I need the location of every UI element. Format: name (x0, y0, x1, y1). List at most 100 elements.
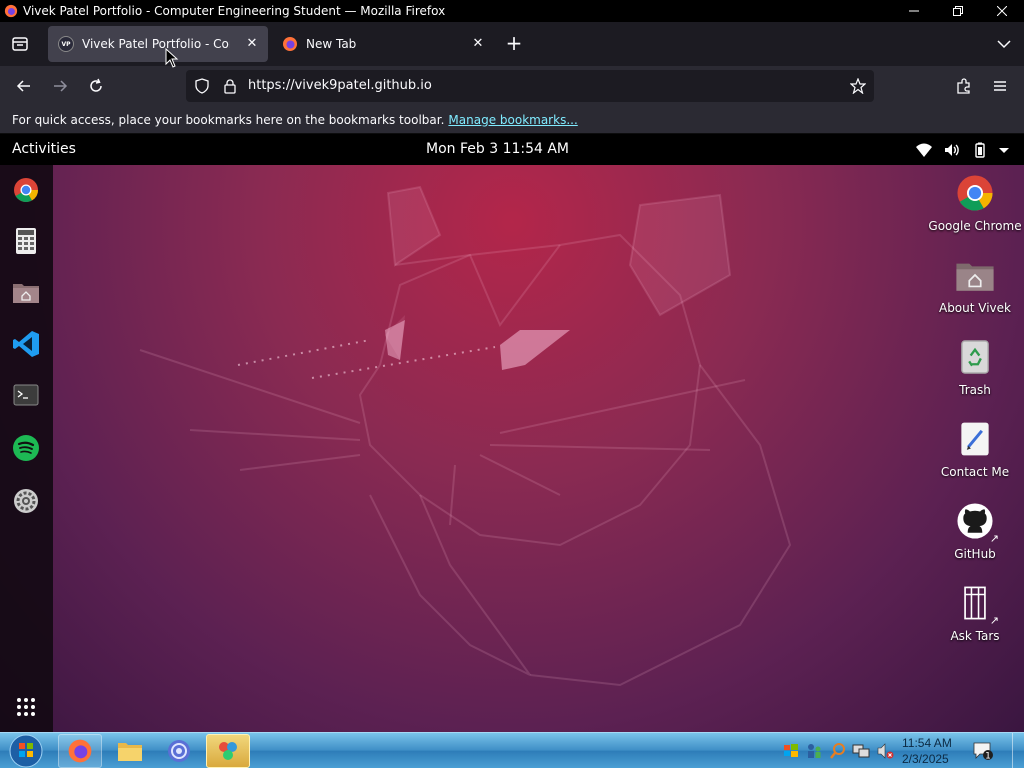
manage-bookmarks-link[interactable]: Manage bookmarks... (448, 113, 577, 127)
restore-button[interactable] (936, 0, 980, 22)
desktop-icon-label: Ask Tars (950, 629, 1000, 643)
desktop-icon-label: Trash (959, 383, 991, 397)
shortcut-arrow-icon: ↗ (989, 532, 999, 545)
desktop-icon-label: Google Chrome (928, 219, 1022, 233)
url-bar[interactable]: https://vivek9patel.github.io (186, 70, 874, 102)
firefox-view-button[interactable] (8, 32, 32, 56)
show-desktop-button[interactable] (1012, 733, 1024, 768)
files-icon (13, 284, 39, 303)
dock-settings[interactable] (10, 485, 42, 517)
firefox-view-icon (12, 37, 28, 51)
extensions-button[interactable] (952, 74, 976, 98)
new-tab-button[interactable]: + (502, 32, 526, 56)
taskbar-app[interactable] (157, 734, 201, 768)
desktop-icon-github[interactable]: ↗ GitHub (927, 501, 1023, 561)
tray-flag[interactable] (782, 742, 800, 760)
desktop-icon-label: GitHub (954, 547, 996, 561)
forward-button[interactable] (48, 74, 72, 98)
dock-calculator[interactable] (10, 225, 42, 257)
url-text[interactable]: https://vivek9patel.github.io (248, 78, 432, 93)
taskbar-firefox[interactable] (58, 734, 102, 768)
action-center-button[interactable]: 1 (972, 740, 994, 762)
dock-terminal[interactable] (10, 379, 42, 411)
extensions-icon (957, 78, 970, 94)
wallpaper-cat-art (139, 185, 792, 687)
calculator-icon (16, 228, 36, 254)
tab-close-button[interactable]: ✕ (244, 36, 260, 52)
app-icon (168, 740, 190, 762)
wifi-icon[interactable] (915, 141, 933, 159)
notification-count: 1 (985, 752, 991, 762)
shield-icon[interactable] (194, 78, 210, 94)
list-all-tabs-button[interactable] (994, 34, 1014, 54)
settings-icon (14, 489, 38, 513)
taskbar-paint[interactable] (206, 734, 250, 768)
file-explorer-icon (118, 743, 142, 761)
battery-icon[interactable] (971, 141, 989, 159)
firefox-icon (68, 739, 92, 763)
minimize-button[interactable] (892, 0, 936, 22)
reload-button[interactable] (84, 74, 108, 98)
topbar-clock[interactable]: Mon Feb 3 11:54 AM (426, 141, 569, 157)
taskbar-date: 2/3/2025 (902, 752, 949, 766)
navigation-toolbar: https://vivek9patel.github.io (0, 66, 1024, 106)
desktop-icon-ask-tars[interactable]: ↗ Ask Tars (927, 583, 1023, 643)
reload-icon (90, 78, 102, 92)
lock-icon[interactable] (222, 78, 238, 94)
network-icon (852, 744, 870, 758)
forward-icon (54, 80, 68, 92)
tab-portfolio[interactable]: VP Vivek Patel Portfolio - Computer Engi… (48, 26, 268, 62)
volume-muted-icon (877, 743, 894, 759)
window-title: Vivek Patel Portfolio - Computer Enginee… (23, 4, 446, 18)
tray-network[interactable] (852, 742, 870, 760)
mouse-cursor-icon (165, 48, 179, 68)
menu-icon (994, 81, 1006, 91)
desktop-icon-contact-me[interactable]: Contact Me (927, 419, 1023, 479)
bookmarks-toolbar: For quick access, place your bookmarks h… (0, 106, 1024, 134)
taskbar-file-explorer[interactable] (108, 734, 152, 768)
close-icon (997, 6, 1007, 16)
tab-bar: VP Vivek Patel Portfolio - Computer Engi… (0, 22, 1024, 66)
activities-button[interactable]: Activities (12, 141, 76, 157)
desktop-icon-chrome[interactable]: Google Chrome (927, 173, 1023, 233)
taskbar-time: 11:54 AM (902, 736, 952, 750)
trash-icon (961, 340, 989, 374)
dock-chrome[interactable] (10, 174, 42, 206)
desktop-icon-trash[interactable]: Trash (927, 337, 1023, 397)
dock-files[interactable] (10, 276, 42, 308)
search-tray-icon (830, 743, 845, 759)
github-icon (957, 503, 993, 539)
desktop-icon-about-vivek[interactable]: About Vivek (927, 255, 1023, 315)
tab-title: Vivek Patel Portfolio - Computer Enginee… (82, 37, 230, 51)
start-orb-icon (9, 734, 43, 768)
window-titlebar: Vivek Patel Portfolio - Computer Enginee… (0, 0, 1024, 22)
volume-icon[interactable] (943, 141, 961, 159)
tab-title: New Tab (306, 37, 357, 51)
tray-volume[interactable] (876, 742, 894, 760)
windows-taskbar: 11:54 AM 2/3/2025 1 (0, 732, 1024, 768)
start-button[interactable] (4, 733, 48, 768)
tab-close-button[interactable]: ✕ (470, 36, 486, 52)
tars-icon (964, 586, 986, 620)
restore-icon (953, 6, 963, 16)
show-applications-button[interactable] (10, 691, 42, 723)
tray-network-users[interactable] (805, 742, 823, 760)
chevron-down-icon[interactable] (995, 141, 1013, 159)
firefox-icon (283, 37, 297, 51)
close-button[interactable] (980, 0, 1024, 22)
dock-spotify[interactable] (10, 432, 42, 464)
flag-icon (784, 744, 798, 757)
ubuntu-top-bar: Activities Mon Feb 3 11:54 AM (0, 134, 1024, 165)
desktop-icon-label: Contact Me (940, 465, 1010, 479)
chrome-icon (14, 178, 38, 203)
dock-vscode[interactable] (10, 328, 42, 360)
spotify-icon (13, 435, 39, 461)
taskbar-clock[interactable]: 11:54 AM 2/3/2025 (902, 735, 958, 767)
home-folder-icon (956, 263, 994, 291)
back-button[interactable] (12, 74, 36, 98)
tray-search[interactable] (829, 742, 847, 760)
star-icon[interactable] (850, 78, 866, 94)
minimize-icon (909, 10, 919, 12)
tab-new-tab[interactable]: New Tab ✕ (272, 26, 494, 62)
app-menu-button[interactable] (988, 74, 1012, 98)
